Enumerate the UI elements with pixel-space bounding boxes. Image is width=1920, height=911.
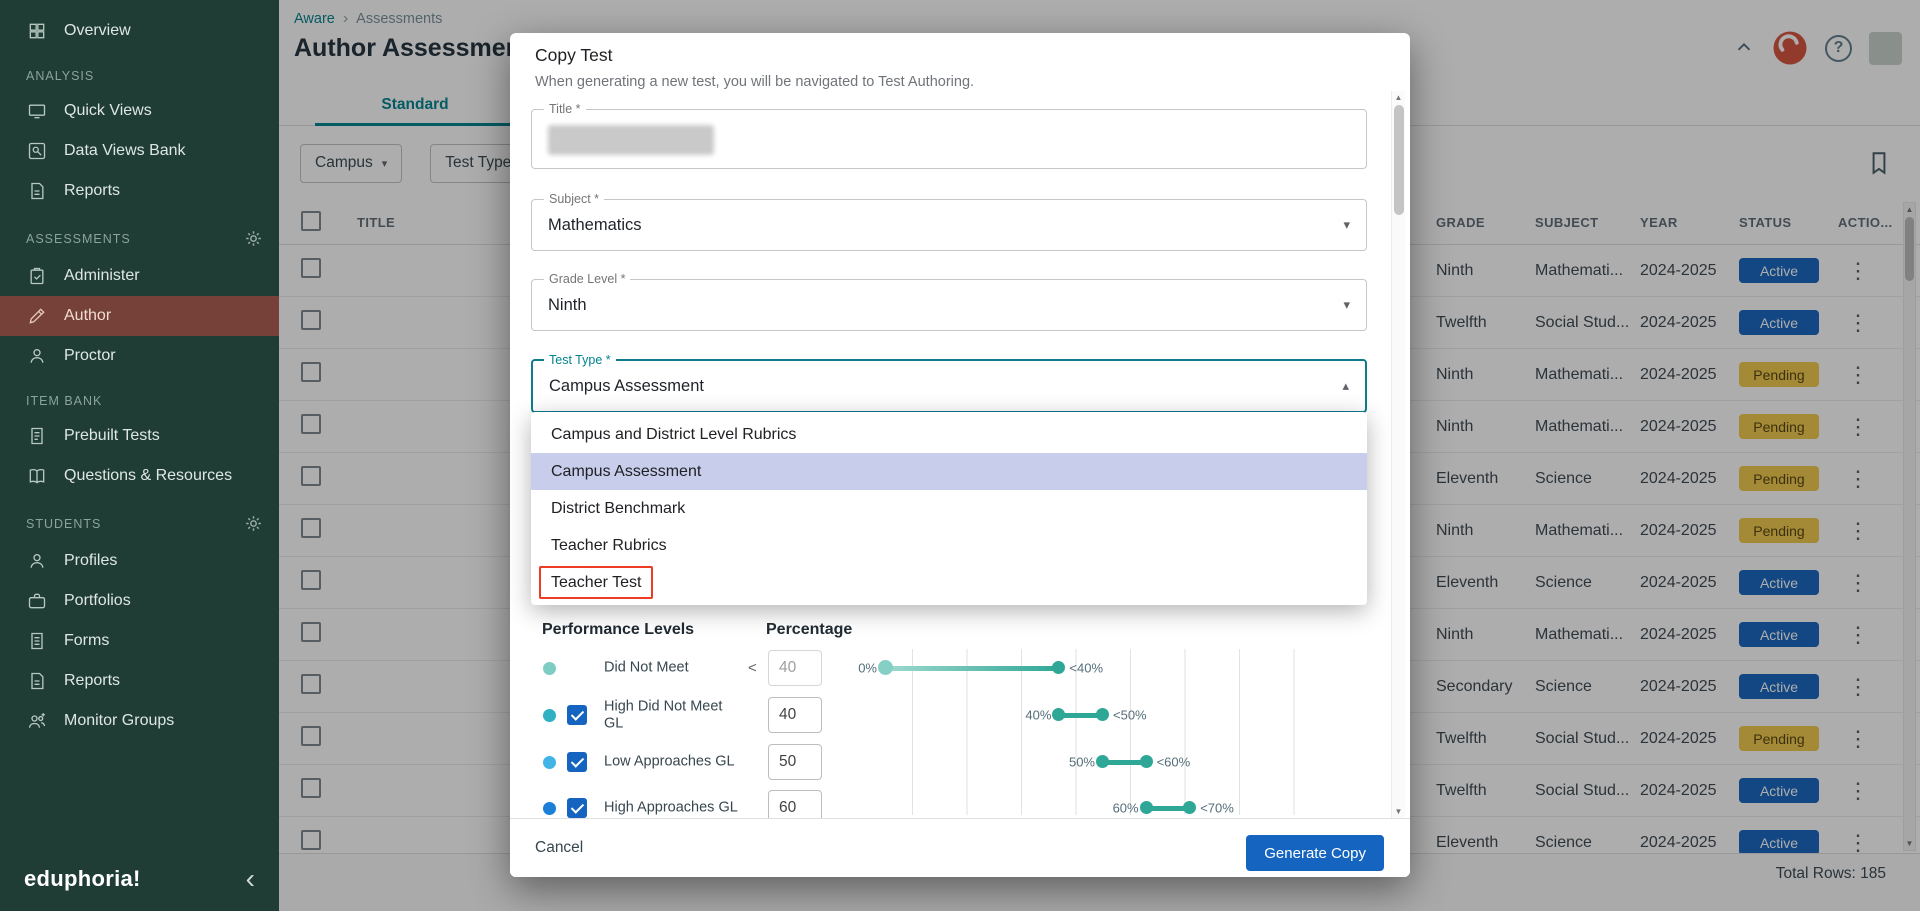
sidebar-item-data-views-bank[interactable]: Data Views Bank: [0, 131, 279, 171]
caret-down-icon: ▾: [1343, 217, 1350, 233]
eduphoria-logo: eduphoria!: [24, 866, 141, 892]
range-slider: 50% <60%: [830, 740, 1370, 784]
percentage-input[interactable]: [768, 697, 822, 733]
level-checkbox[interactable]: [567, 798, 587, 818]
copy-test-dialog: Copy Test When generating a new test, yo…: [510, 33, 1410, 877]
performance-row-did-not-meet: Did Not Meet < 0% <40%: [510, 646, 1390, 690]
slider-handle[interactable]: [1096, 755, 1109, 768]
grade-level-select[interactable]: Grade Level * Ninth ▾: [531, 279, 1367, 331]
sidebar-item-monitor-groups[interactable]: Monitor Groups: [0, 701, 279, 741]
people-add-icon: [26, 710, 48, 732]
sidebar-item-quick-views[interactable]: Quick Views: [0, 91, 279, 131]
person-icon: [26, 345, 48, 367]
scrollbar-thumb[interactable]: [1394, 105, 1404, 215]
sidebar-item-reports-students[interactable]: Reports: [0, 661, 279, 701]
slider-handle[interactable]: [1183, 801, 1196, 814]
pencil-icon: [26, 305, 48, 327]
person-icon: [26, 550, 48, 572]
form-icon: [26, 630, 48, 652]
sidebar-item-proctor[interactable]: Proctor: [0, 336, 279, 376]
sidebar-section-students: STUDENTS: [0, 496, 279, 541]
modal-footer: Cancel Generate Copy: [510, 818, 1410, 877]
subject-select[interactable]: Subject * Mathematics ▾: [531, 199, 1367, 251]
clipboard-check-icon: [26, 265, 48, 287]
gear-icon[interactable]: [244, 229, 263, 248]
document-icon: [26, 670, 48, 692]
sidebar-item-administer[interactable]: Administer: [0, 256, 279, 296]
range-slider: 0% <40%: [830, 646, 1370, 690]
percentage-input: [768, 650, 822, 686]
sidebar-collapse-icon[interactable]: ‹: [240, 869, 261, 889]
modal-scrollbar: ▲ ▼: [1391, 91, 1405, 818]
less-than-symbol: <: [748, 660, 757, 677]
percentage-input[interactable]: [768, 744, 822, 780]
modal-subtitle: When generating a new test, you will be …: [535, 74, 974, 90]
redacted-title-value: [548, 125, 714, 155]
test-type-menu: Campus and District Level Rubrics Campus…: [531, 412, 1367, 605]
option-teacher-rubrics[interactable]: Teacher Rubrics: [531, 527, 1367, 564]
briefcase-icon: [26, 590, 48, 612]
document-icon: [26, 180, 48, 202]
sidebar: Overview ANALYSIS Quick Views Data Views…: [0, 0, 279, 911]
scroll-up-icon[interactable]: ▲: [1392, 93, 1405, 102]
sidebar-item-overview[interactable]: Overview: [0, 11, 279, 51]
level-checkbox[interactable]: [567, 705, 587, 725]
option-campus-assessment[interactable]: Campus Assessment: [531, 453, 1367, 490]
performance-row-high-did-not-meet: High Did Not Meet GL 40% <50%: [510, 693, 1390, 737]
option-campus-district-rubrics[interactable]: Campus and District Level Rubrics: [531, 416, 1367, 453]
option-district-benchmark[interactable]: District Benchmark: [531, 490, 1367, 527]
level-color-dot: [543, 662, 556, 675]
scroll-down-icon[interactable]: ▼: [1392, 807, 1405, 816]
slider-handle[interactable]: [878, 660, 893, 675]
generate-copy-button[interactable]: Generate Copy: [1246, 835, 1384, 871]
annotation-highlight-box: Teacher Test: [539, 566, 653, 599]
level-checkbox[interactable]: [567, 752, 587, 772]
slider-handle[interactable]: [1140, 801, 1153, 814]
performance-levels-section: Performance Levels Percentage Did Not Me…: [510, 613, 1410, 833]
slider-handle[interactable]: [1096, 708, 1109, 721]
option-teacher-test[interactable]: Teacher Test: [531, 564, 1367, 601]
caret-up-icon: ▴: [1342, 378, 1349, 394]
sidebar-section-analysis: ANALYSIS: [0, 51, 279, 91]
level-color-dot: [543, 709, 556, 722]
monitor-icon: [26, 100, 48, 122]
sidebar-item-label: Overview: [64, 22, 131, 40]
gear-icon[interactable]: [244, 514, 263, 533]
title-field[interactable]: Title *: [531, 109, 1367, 169]
sidebar-section-assessments: ASSESSMENTS: [0, 211, 279, 256]
sidebar-item-prebuilt-tests[interactable]: Prebuilt Tests: [0, 416, 279, 456]
level-color-dot: [543, 756, 556, 769]
sidebar-item-portfolios[interactable]: Portfolios: [0, 581, 279, 621]
sidebar-item-author[interactable]: Author: [0, 296, 279, 336]
sidebar-item-profiles[interactable]: Profiles: [0, 541, 279, 581]
sidebar-item-questions-resources[interactable]: Questions & Resources: [0, 456, 279, 496]
range-slider: 40% <50%: [830, 693, 1370, 737]
caret-down-icon: ▾: [1343, 297, 1350, 313]
dashboard-icon: [26, 20, 48, 42]
performance-row-low-approaches: Low Approaches GL 50% <60%: [510, 740, 1390, 784]
cancel-button[interactable]: Cancel: [535, 839, 583, 857]
sidebar-item-reports-analysis[interactable]: Reports: [0, 171, 279, 211]
modal-title: Copy Test: [535, 45, 613, 66]
level-color-dot: [543, 802, 556, 815]
search-box-icon: [26, 140, 48, 162]
percentage-heading: Percentage: [766, 621, 852, 639]
slider-handle[interactable]: [1052, 661, 1065, 674]
slider-handle[interactable]: [1140, 755, 1153, 768]
sidebar-item-forms[interactable]: Forms: [0, 621, 279, 661]
performance-levels-heading: Performance Levels: [542, 621, 694, 639]
test-type-select[interactable]: Test Type * Campus Assessment ▴: [531, 359, 1367, 413]
slider-handle[interactable]: [1052, 708, 1065, 721]
document-lines-icon: [26, 425, 48, 447]
book-icon: [26, 465, 48, 487]
sidebar-section-item-bank: ITEM BANK: [0, 376, 279, 416]
